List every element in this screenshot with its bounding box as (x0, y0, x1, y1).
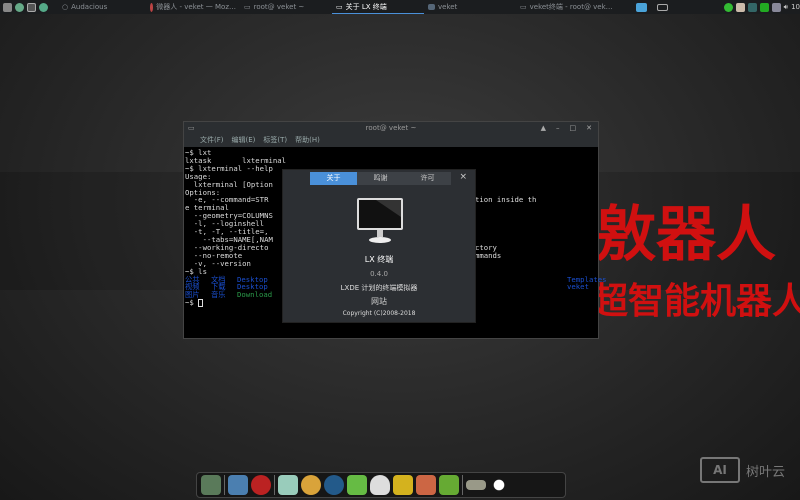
task-firefox[interactable]: 微器人 - veket 一 Moz… (146, 0, 240, 14)
volume-icon[interactable]: 🔊︎ (784, 3, 788, 12)
dock-separator (224, 475, 225, 495)
keep-above-button[interactable]: ▲ (541, 122, 546, 134)
watermark: AI 树叶云 (700, 457, 785, 483)
app-version: 0.4.0 (370, 270, 388, 278)
menu-tabs[interactable]: 标签(T) (263, 134, 287, 147)
ls-entry: veket (567, 282, 589, 292)
clock[interactable]: 10 (791, 3, 800, 11)
tab-about[interactable]: 关于 (310, 172, 357, 185)
computer-icon[interactable] (228, 475, 248, 495)
task-veket-folder[interactable]: veket (424, 0, 516, 14)
minimize-button[interactable]: – (556, 122, 560, 134)
menubar: 文件(F) 编辑(E) 标签(T) 帮助(H) (184, 134, 598, 147)
firefox-icon (150, 2, 154, 12)
terminal-icon: ▭ (244, 3, 251, 11)
tab-license[interactable]: 许可 (404, 172, 451, 185)
terminal-titlebar[interactable]: ▭ root@ veket ~ ▲ – □ ✕ (184, 122, 598, 134)
brightness-icon[interactable] (489, 475, 509, 495)
drive-icon[interactable] (466, 480, 486, 490)
network-icon[interactable] (723, 2, 733, 12)
taskbar: ○ Audacious 微器人 - veket 一 Moz… ▭ root@ vek… (0, 0, 800, 14)
dock (196, 472, 566, 498)
terminal-icon[interactable] (27, 2, 36, 12)
maximize-button[interactable]: □ (570, 122, 577, 134)
menu-edit[interactable]: 编辑(E) (232, 134, 256, 147)
text-editor-icon[interactable] (278, 475, 298, 495)
browser-icon[interactable] (39, 2, 48, 12)
desktop-icon[interactable] (636, 2, 647, 12)
dock-separator (462, 475, 463, 495)
close-button[interactable]: ✕ (586, 122, 592, 134)
dock-separator (274, 475, 275, 495)
help-icon[interactable] (439, 475, 459, 495)
menu-icon[interactable] (3, 2, 12, 12)
image-viewer-icon[interactable] (416, 475, 436, 495)
clipboard-icon[interactable] (735, 2, 745, 12)
folder-icon (428, 4, 435, 10)
keyboard-layout-icon[interactable] (771, 2, 781, 12)
wallpaper-text-1: 敫器人 (596, 200, 776, 270)
task-terminal[interactable]: ▭ root@ veket ~ (240, 0, 332, 14)
task-about-lxterminal[interactable]: ▭ 关于 LX 终端 (332, 0, 424, 14)
file-manager-icon[interactable] (393, 475, 413, 495)
menu-file[interactable]: 文件(F) (200, 134, 224, 147)
media-player-icon[interactable] (324, 475, 344, 495)
paint-icon[interactable] (301, 475, 321, 495)
app-name: LX 终端 (364, 255, 394, 264)
terminal-icon: ▭ (520, 3, 527, 11)
qq-penguin-icon[interactable] (370, 475, 390, 495)
messenger-icon[interactable] (347, 475, 367, 495)
watermark-text: 树叶云 (746, 464, 786, 480)
app-description: LXDE 计划的终端模拟器 (340, 284, 418, 292)
cursor (198, 299, 204, 308)
update-icon[interactable] (747, 2, 757, 12)
watermark-logo: AI (700, 457, 740, 483)
task-audacious[interactable]: ○ Audacious (58, 0, 146, 14)
menu-help[interactable]: 帮助(H) (295, 134, 320, 147)
tab-credits[interactable]: 鸣谢 (357, 172, 404, 185)
website-link[interactable]: 网站 (283, 296, 475, 307)
terminal-icon: ▭ (336, 2, 343, 11)
monitor-icon (357, 198, 403, 243)
audacious-icon: ○ (62, 3, 69, 11)
task-veket-terminal[interactable]: ▭ veket终端 - root@ vek… (516, 0, 632, 14)
about-dialog: 关于 鸣谢 许可 × LX 终端 0.4.0 LXDE 计划的终端模拟器 网站 … (282, 169, 476, 323)
ls-entry: 音乐 (211, 290, 226, 300)
prompt: ~$ (185, 298, 199, 308)
terminal-icon: ▭ (188, 124, 195, 132)
copyright: Copyright (C)2008-2018 (342, 310, 416, 317)
battery-icon[interactable] (759, 2, 769, 12)
system-settings-icon[interactable] (201, 475, 221, 495)
window-title: root@ veket ~ (365, 124, 417, 132)
media-icon[interactable] (15, 2, 24, 12)
package-icon[interactable] (251, 475, 271, 495)
keyboard-icon[interactable] (657, 3, 668, 11)
close-icon[interactable]: × (459, 172, 467, 182)
